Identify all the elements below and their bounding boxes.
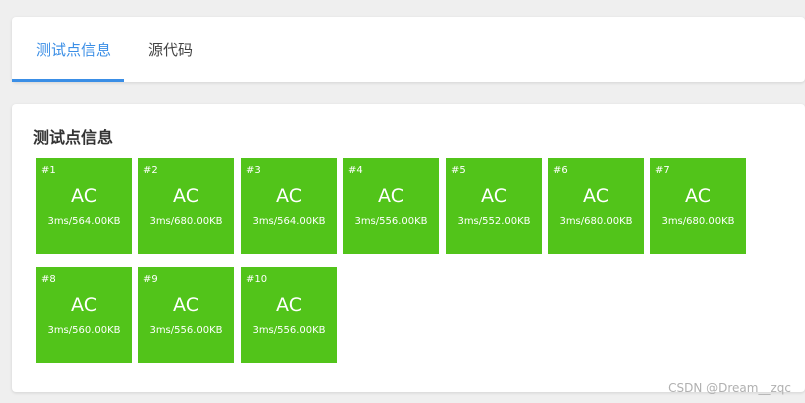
tabs-card: 测试点信息 源代码 (12, 17, 805, 82)
test-case-status: AC (71, 294, 97, 316)
test-case-tile[interactable]: #9 AC 3ms/556.00KB (138, 267, 234, 363)
test-info-panel: 测试点信息 #1 AC 3ms/564.00KB #2 AC 3ms/680.00KB #3… (12, 104, 805, 392)
test-case-time-memory: 3ms/564.00KB (47, 216, 121, 227)
test-case-number: #4 (348, 165, 363, 176)
test-case-time-memory: 3ms/680.00KB (559, 216, 633, 227)
test-case-time-memory: 3ms/680.00KB (661, 216, 735, 227)
test-case-status: AC (481, 185, 507, 207)
test-case-number: #9 (143, 274, 158, 285)
test-case-time-memory: 3ms/680.00KB (149, 216, 223, 227)
test-case-number: #6 (553, 165, 568, 176)
test-case-tile[interactable]: #4 AC 3ms/556.00KB (343, 158, 439, 254)
tab-test-info[interactable]: 测试点信息 (36, 17, 111, 82)
active-tab-indicator (12, 79, 124, 82)
test-case-time-memory: 3ms/552.00KB (457, 216, 531, 227)
test-case-number: #2 (143, 165, 158, 176)
section-title: 测试点信息 (33, 128, 114, 147)
test-case-number: #7 (655, 165, 670, 176)
test-case-time-memory: 3ms/556.00KB (149, 325, 223, 336)
test-case-tile[interactable]: #6 AC 3ms/680.00KB (548, 158, 644, 254)
test-case-time-memory: 3ms/560.00KB (47, 325, 121, 336)
test-case-status: AC (276, 185, 302, 207)
test-case-time-memory: 3ms/556.00KB (252, 325, 326, 336)
test-case-status: AC (173, 294, 199, 316)
test-case-status: AC (71, 185, 97, 207)
test-case-tile[interactable]: #10 AC 3ms/556.00KB (241, 267, 337, 363)
test-case-number: #1 (41, 165, 56, 176)
test-case-status: AC (378, 185, 404, 207)
test-case-tile[interactable]: #2 AC 3ms/680.00KB (138, 158, 234, 254)
tab-source-code[interactable]: 源代码 (148, 17, 193, 82)
test-case-status: AC (276, 294, 302, 316)
test-case-tile[interactable]: #1 AC 3ms/564.00KB (36, 158, 132, 254)
test-case-number: #5 (451, 165, 466, 176)
test-case-tile[interactable]: #7 AC 3ms/680.00KB (650, 158, 746, 254)
test-case-time-memory: 3ms/564.00KB (252, 216, 326, 227)
test-case-number: #10 (246, 274, 268, 285)
test-case-tile[interactable]: #3 AC 3ms/564.00KB (241, 158, 337, 254)
test-case-time-memory: 3ms/556.00KB (354, 216, 428, 227)
watermark: CSDN @Dream__zqc (668, 381, 791, 395)
test-case-status: AC (583, 185, 609, 207)
test-case-tile[interactable]: #8 AC 3ms/560.00KB (36, 267, 132, 363)
test-case-tile[interactable]: #5 AC 3ms/552.00KB (446, 158, 542, 254)
test-case-status: AC (685, 185, 711, 207)
test-case-number: #8 (41, 274, 56, 285)
test-case-status: AC (173, 185, 199, 207)
test-case-number: #3 (246, 165, 261, 176)
